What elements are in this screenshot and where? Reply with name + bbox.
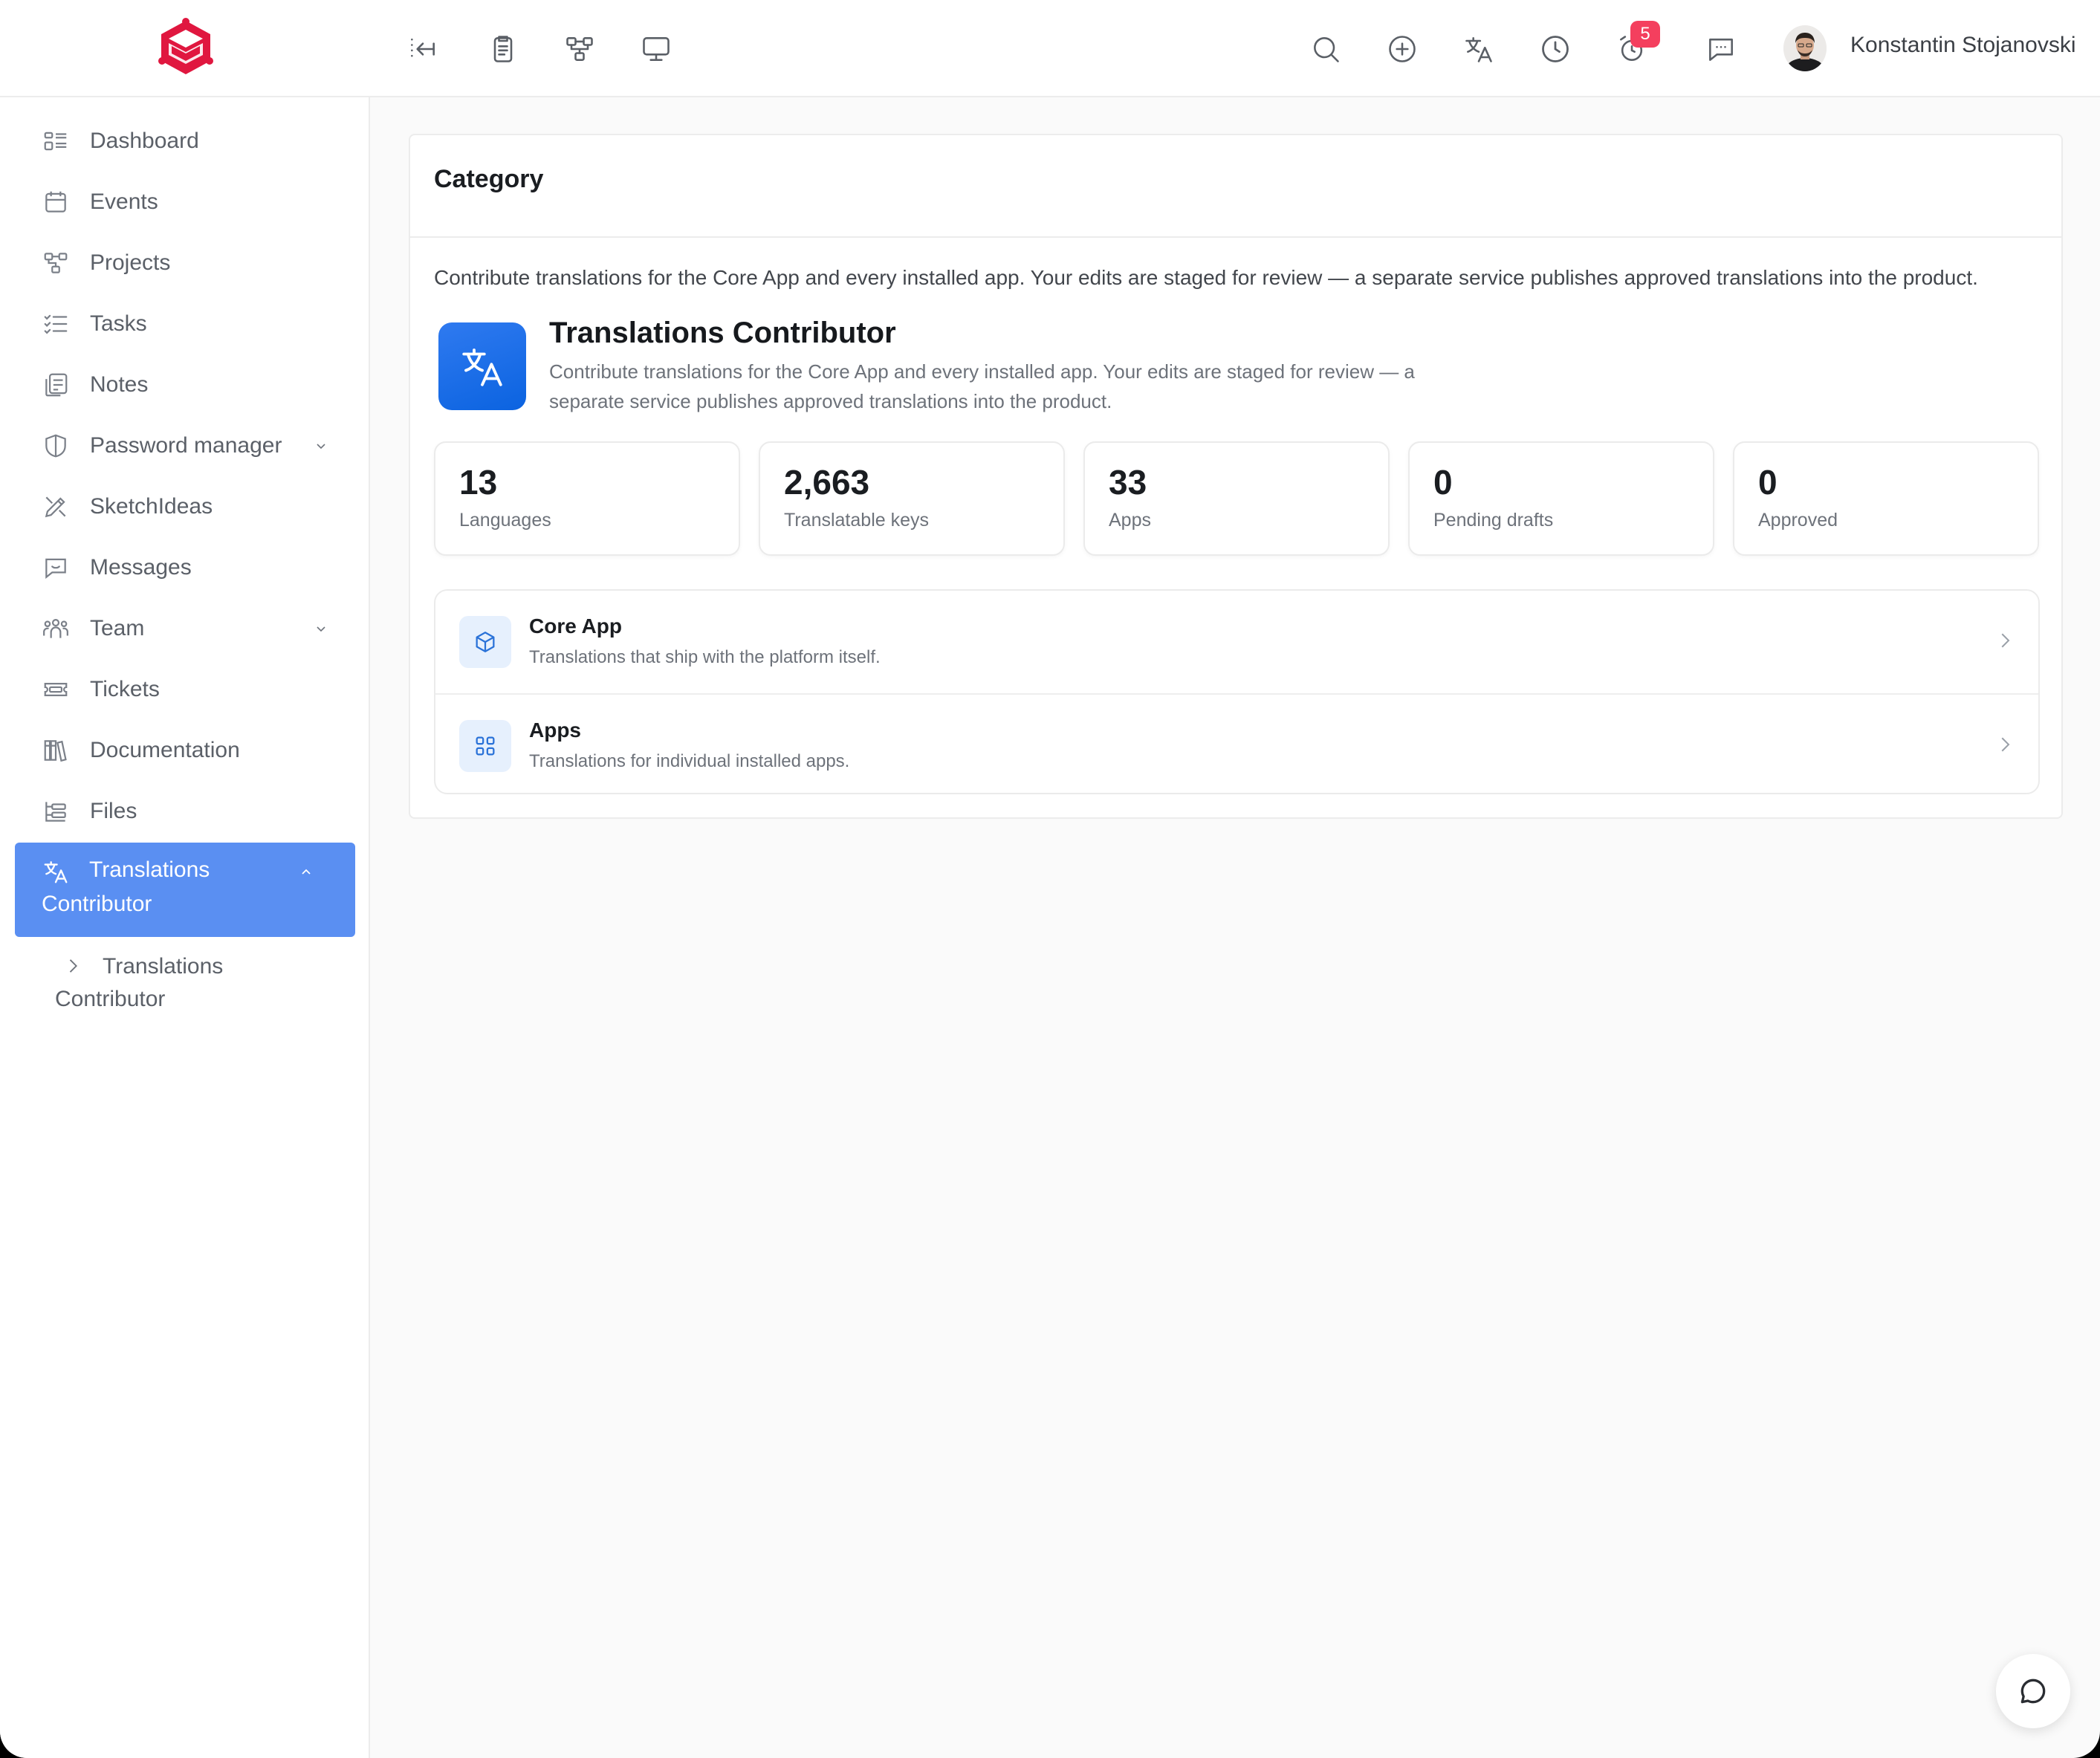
list-item-core-app[interactable]: Core App Translations that ship with the… [435,591,2038,693]
books-icon [42,736,70,765]
list-item-title: Core App [529,614,622,638]
dashboard-icon [42,127,70,155]
team-icon [42,614,70,643]
user-name[interactable]: Konstantin Stojanovski [1850,33,2076,58]
sidebar-subitem-label: Translations [103,954,224,979]
sidebar-item-tickets[interactable]: Tickets [15,664,355,716]
calendar-icon [42,188,70,216]
chevron-up-icon[interactable] [297,863,315,881]
stat-approved: 0 Approved [1733,441,2039,556]
stat-value: 0 [1758,463,1777,502]
sidebar-subitem-label: Contributor [55,987,166,1011]
search-icon[interactable] [1305,28,1346,70]
sidebar-item-translations-contributor[interactable]: Translations Contributor [15,843,355,937]
sidebar-item-label: Events [90,189,158,214]
tasks-icon [42,310,70,338]
grid-icon [459,720,511,772]
sidebar-item-projects[interactable]: Projects [15,237,355,289]
translate-icon [42,857,70,886]
list-item-title: Apps [529,719,581,742]
chevron-right-icon [62,956,83,976]
sidebar-item-label: Dashboard [90,129,199,153]
stat-label: Apps [1109,510,1151,531]
chevron-down-icon[interactable] [312,437,330,455]
stat-label: Pending drafts [1433,510,1554,531]
files-icon [42,797,70,826]
sidebar-item-documentation[interactable]: Documentation [15,724,355,776]
stat-translatable-keys: 2,663 Translatable keys [759,441,1065,556]
chevron-right-icon [1994,629,2016,652]
stat-value: 0 [1433,463,1453,502]
sidebar-item-files[interactable]: Files [15,785,355,837]
chat-icon[interactable] [1700,28,1742,70]
list-item-description: Translations for individual installed ap… [529,751,850,771]
app-window: 5 Konstantin Stojanovski Dashboard Event… [0,0,2100,1758]
stat-label: Languages [459,510,551,531]
sidebar-item-label: Notes [90,372,149,397]
top-bar: 5 Konstantin Stojanovski [0,0,2100,97]
shield-icon [42,432,70,460]
list-item-description: Translations that ship with the platform… [529,647,881,667]
sidebar-item-sketchideas[interactable]: SketchIdeas [15,481,355,533]
sidebar-item-label: SketchIdeas [90,494,213,519]
notification-badge: 5 [1630,21,1660,48]
stat-value: 33 [1109,463,1147,502]
stat-label: Translatable keys [784,510,929,531]
translate-app-icon [438,322,526,410]
stat-languages: 13 Languages [434,441,740,556]
clock-icon[interactable] [1535,28,1576,70]
sidebar-item-label: Projects [90,250,171,275]
sidebar-item-password-manager[interactable]: Password manager [15,420,355,472]
stat-pending-drafts: 0 Pending drafts [1408,441,1714,556]
app-title: Translations Contributor [549,317,896,349]
sidebar-item-notes[interactable]: Notes [15,359,355,411]
stat-value: 2,663 [784,463,870,502]
sidebar-item-label: Tickets [90,677,160,701]
category-list: Core App Translations that ship with the… [434,589,2040,794]
ticket-icon [42,675,70,704]
sidebar-subitem-translations-contributor[interactable]: Translations Contributor [40,950,352,1024]
stat-label: Approved [1758,510,1838,531]
collapse-sidebar-icon[interactable] [402,28,444,70]
stat-value: 13 [459,463,498,502]
notes-icon [42,371,70,399]
sidebar-item-label: Team [90,616,145,640]
divider [410,236,2061,238]
sidebar-item-label: Messages [90,555,192,580]
translate-icon[interactable] [1458,28,1500,70]
chat-button[interactable] [1996,1654,2070,1728]
chevron-down-icon[interactable] [312,620,330,638]
monitor-icon[interactable] [635,28,677,70]
brand-logo-icon[interactable] [157,18,215,77]
add-circle-icon[interactable] [1381,28,1423,70]
sketch-icon [42,493,70,521]
page-title: Category [434,165,544,193]
sidebar-item-team[interactable]: Team [15,603,355,655]
sidebar-item-label: Password manager [90,433,282,458]
chevron-right-icon [1994,733,2016,756]
cube-icon [459,616,511,668]
app-description: Contribute translations for the Core App… [549,360,1415,412]
list-item-apps[interactable]: Apps Translations for individual install… [435,693,2038,793]
chat-bubble-icon [2020,1678,2046,1704]
clipboard-icon[interactable] [482,28,524,70]
sidebar-item-label: Files [90,799,137,823]
sidebar-item-events[interactable]: Events [15,176,355,228]
sidebar-item-dashboard[interactable]: Dashboard [15,115,355,167]
sidebar-item-label: Translations [89,857,210,882]
sidebar-item-label: Documentation [90,738,240,762]
sidebar-item-label: Contributor [42,892,152,916]
workflow-icon[interactable] [559,28,600,70]
sidebar-item-messages[interactable]: Messages [15,542,355,594]
avatar[interactable] [1783,25,1827,71]
category-card: Category Contribute translations for the… [409,134,2063,819]
intro-text: Contribute translations for the Core App… [434,266,1978,289]
stat-apps: 33 Apps [1083,441,1390,556]
messages-icon [42,554,70,582]
sidebar-item-tasks[interactable]: Tasks [15,298,355,350]
projects-icon [42,249,70,277]
sidebar-item-label: Tasks [90,311,147,336]
